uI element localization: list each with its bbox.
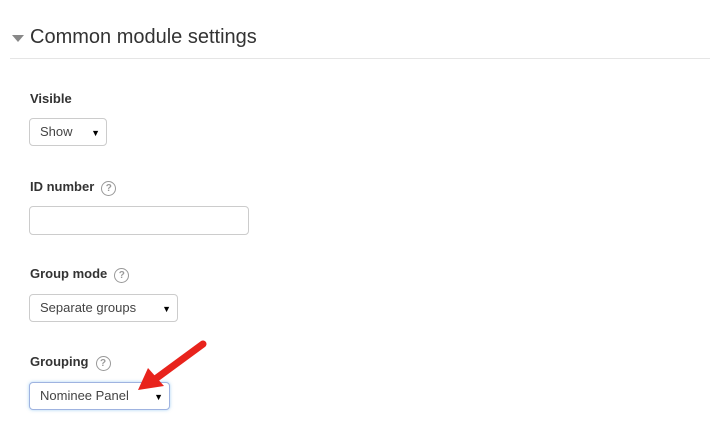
- visible-select[interactable]: Show ▼: [29, 118, 107, 146]
- grouping-select-value: Nominee Panel: [40, 388, 129, 403]
- visible-label: Visible: [30, 91, 72, 106]
- caret-down-icon: ▼: [91, 128, 100, 138]
- grouping-label-text: Grouping: [30, 354, 89, 369]
- help-icon[interactable]: ?: [101, 181, 117, 196]
- group-mode-label: Group mode?: [30, 266, 130, 283]
- id-number-label: ID number?: [30, 179, 117, 196]
- visible-select-value: Show: [40, 124, 73, 139]
- red-arrow-icon: [138, 340, 207, 390]
- collapse-triangle-icon[interactable]: [12, 35, 24, 42]
- group-mode-select[interactable]: Separate groups ▼: [29, 294, 178, 322]
- section-title[interactable]: Common module settings: [30, 26, 257, 49]
- page: Common module settings Visible Show ▼ ID…: [0, 0, 718, 429]
- group-mode-label-text: Group mode: [30, 266, 108, 281]
- id-number-label-text: ID number: [30, 179, 95, 194]
- caret-down-icon: ▼: [162, 304, 171, 314]
- section-header[interactable]: Common module settings: [10, 22, 710, 59]
- grouping-label: Grouping?: [30, 354, 111, 371]
- group-mode-select-value: Separate groups: [40, 300, 137, 315]
- visible-label-text: Visible: [30, 91, 72, 106]
- id-number-input[interactable]: [29, 206, 249, 235]
- help-icon[interactable]: ?: [114, 268, 130, 283]
- help-icon[interactable]: ?: [95, 356, 111, 371]
